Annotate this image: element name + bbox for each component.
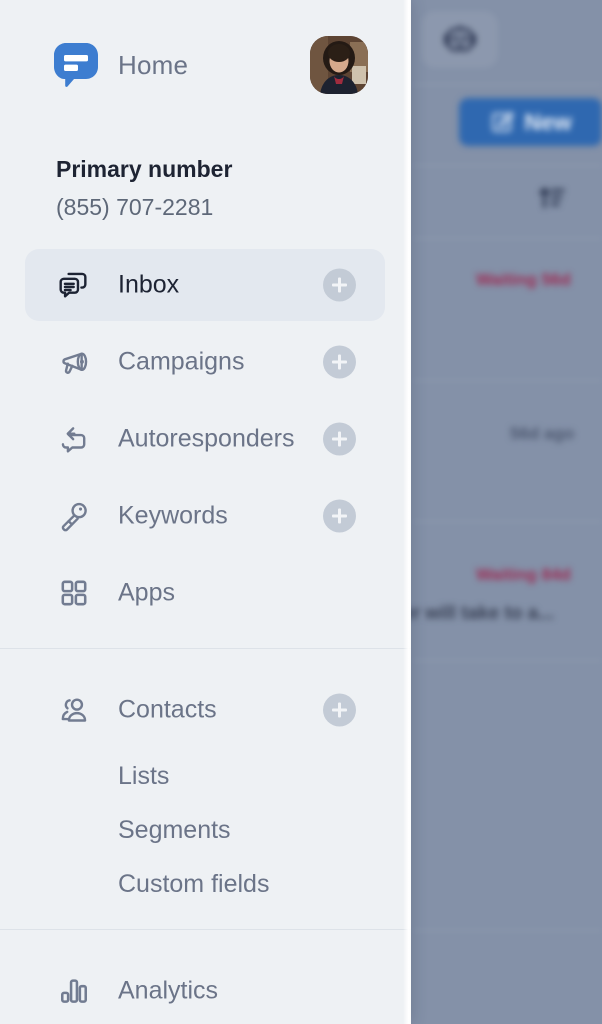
key-icon	[54, 496, 94, 536]
sort-ascending-icon[interactable]	[537, 183, 567, 218]
list-item-preview: er will take to a...	[402, 603, 555, 624]
sidebar-item-label: Contacts	[118, 695, 217, 724]
add-inbox-button[interactable]	[323, 268, 356, 302]
sidebar-item-label: Apps	[118, 578, 175, 607]
divider	[0, 648, 411, 649]
add-keyword-button[interactable]	[323, 499, 356, 533]
page-title: Home	[118, 50, 189, 80]
divider	[0, 929, 411, 930]
robot-face-icon	[443, 24, 476, 51]
sidebar-item-analytics[interactable]: Analytics	[25, 955, 385, 1024]
drawer-header: Home	[0, 0, 411, 125]
app-root: New Waiting 56d 56d ago Waiting 84d er w…	[0, 0, 602, 1024]
drawer-edge-shadow	[403, 0, 411, 1024]
megaphone-icon	[54, 342, 94, 382]
background-inbox-panel: New Waiting 56d 56d ago Waiting 84d er w…	[402, 0, 602, 1024]
list-item-status: Waiting 56d	[476, 270, 571, 289]
people-icon	[54, 690, 94, 730]
sidebar-item-label: Inbox	[118, 270, 180, 299]
sidebar-subitem-custom-fields[interactable]: Custom fields	[118, 870, 269, 899]
sidebar-item-inbox[interactable]: Inbox	[25, 249, 385, 321]
avatar[interactable]	[310, 36, 368, 94]
add-autoresponder-button[interactable]	[323, 422, 356, 456]
chat-bubbles-icon	[54, 265, 94, 305]
avatar-photo	[310, 36, 368, 94]
bar-chart-icon	[54, 971, 94, 1011]
add-contact-button[interactable]	[323, 693, 356, 727]
sidebar-item-contacts[interactable]: Contacts	[25, 674, 385, 746]
new-message-button[interactable]: New	[459, 98, 602, 146]
reply-bubble-icon	[54, 419, 94, 459]
sidebar-item-keywords[interactable]: Keywords	[25, 480, 385, 552]
primary-number-value: (855) 707-2281	[56, 194, 214, 220]
bot-avatar-chip[interactable]	[421, 11, 498, 68]
grid-apps-icon	[54, 573, 94, 613]
add-campaign-button[interactable]	[323, 345, 356, 379]
chat-bubble-logo-icon	[50, 39, 102, 91]
navigation-drawer: Home Primary number (855) 707-2281 Inbox…	[0, 0, 411, 1024]
sidebar-item-label: Analytics	[118, 976, 219, 1005]
compose-edit-icon	[492, 111, 515, 132]
sidebar-item-label: Autoresponders	[118, 424, 295, 453]
new-button-label: New	[524, 108, 572, 135]
list-item-status: Waiting 84d	[476, 565, 571, 584]
primary-number-label: Primary number	[56, 156, 233, 182]
sidebar-item-label: Campaigns	[118, 347, 245, 376]
list-item-status: 56d ago	[510, 424, 575, 443]
sidebar-subitem-lists[interactable]: Lists	[118, 762, 169, 791]
sidebar-item-campaigns[interactable]: Campaigns	[25, 326, 385, 398]
sidebar-item-label: Keywords	[118, 501, 228, 530]
sidebar-item-apps[interactable]: Apps	[25, 557, 385, 629]
sidebar-subitem-segments[interactable]: Segments	[118, 816, 231, 845]
sidebar-item-autoresponders[interactable]: Autoresponders	[25, 403, 385, 475]
